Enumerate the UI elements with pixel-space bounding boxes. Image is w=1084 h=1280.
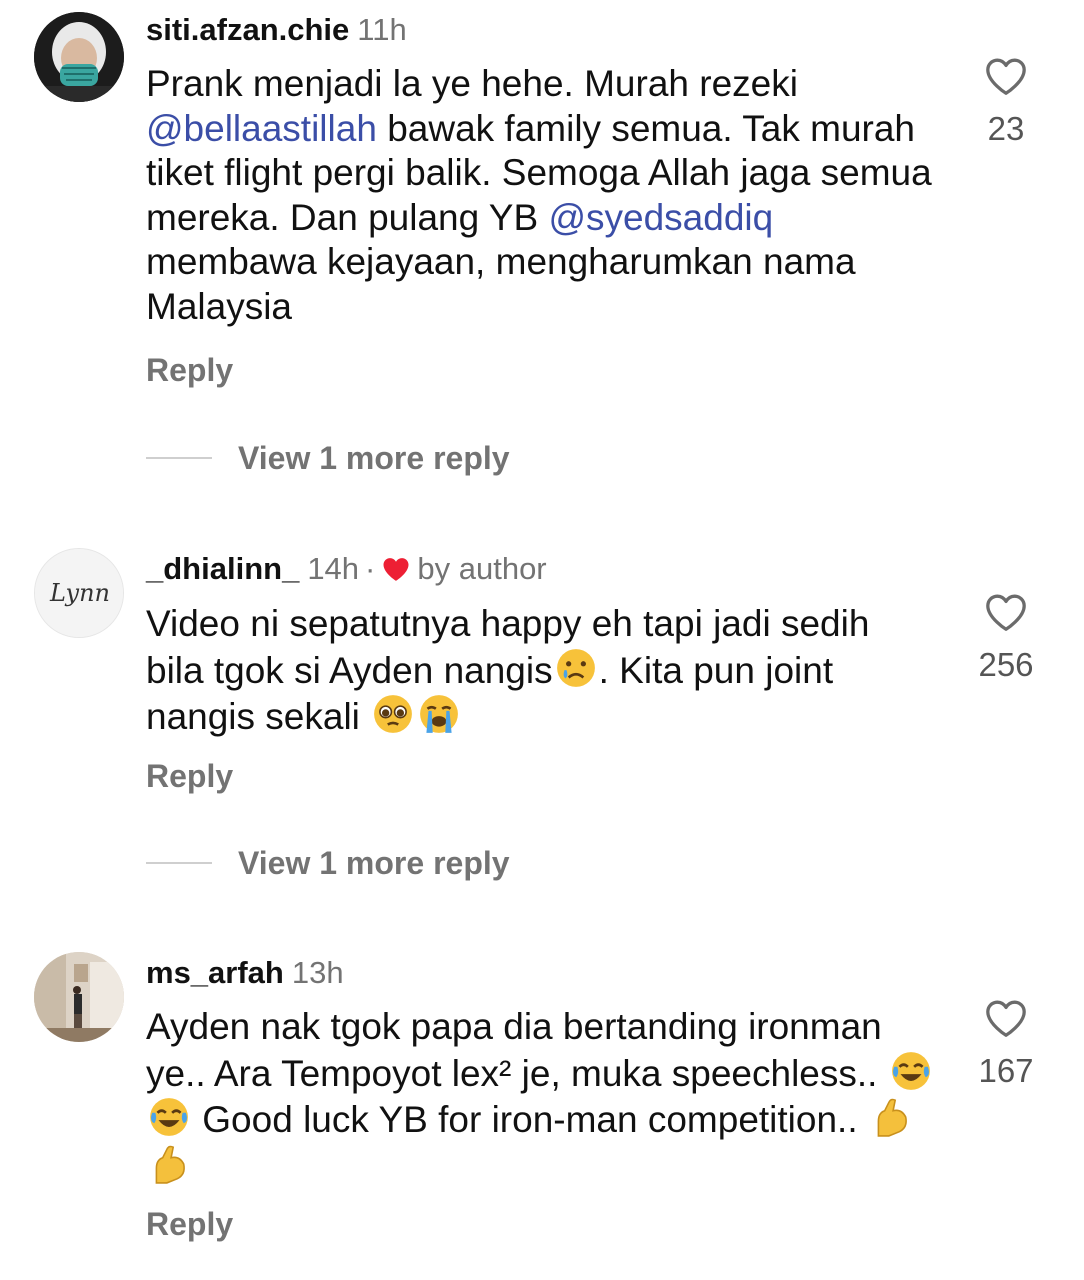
- comment-text: Ayden nak tgok papa dia bertanding ironm…: [146, 1005, 936, 1189]
- view-more-replies[interactable]: View 1 more reply: [146, 438, 510, 478]
- like-column: 256: [966, 592, 1046, 684]
- heart-outline-icon[interactable]: [984, 56, 1028, 96]
- divider-line: [146, 457, 212, 459]
- like-count: 167: [978, 1052, 1034, 1089]
- like-count: 23: [987, 110, 1025, 147]
- avatar[interactable]: Lynn: [34, 548, 124, 638]
- username[interactable]: ms_arfah: [146, 955, 284, 990]
- avatar[interactable]: [34, 952, 124, 1042]
- mention-link[interactable]: @bellaastillah: [146, 108, 377, 149]
- loudly-crying-face-icon: [420, 695, 459, 734]
- comment-header: siti.afzan.chie 11h: [146, 12, 407, 48]
- username[interactable]: siti.afzan.chie: [146, 12, 349, 47]
- timestamp: 11h: [357, 12, 407, 47]
- separator-dot: ·: [365, 551, 376, 586]
- comment-text: Video ni sepatutnya happy eh tapi jadi s…: [146, 602, 936, 740]
- heart-filled-icon: [383, 558, 409, 581]
- like-count: 256: [978, 646, 1034, 683]
- reply-button[interactable]: Reply: [146, 352, 233, 389]
- reply-button[interactable]: Reply: [146, 758, 233, 795]
- text-segment: membawa kejayaan, mengharumkan nama Mala…: [146, 241, 856, 327]
- comment-text: Prank menjadi la ye hehe. Murah rezeki @…: [146, 62, 936, 330]
- avatar[interactable]: [34, 12, 124, 102]
- like-column: 23: [966, 56, 1046, 148]
- flexed-biceps-icon: [877, 1098, 907, 1137]
- view-more-replies[interactable]: View 1 more reply: [146, 843, 510, 883]
- heart-outline-icon[interactable]: [984, 592, 1028, 632]
- reply-button[interactable]: Reply: [146, 1206, 233, 1243]
- avatar-logo-text: Lynn: [49, 579, 110, 607]
- text-segment: Prank menjadi la ye hehe. Murah rezeki: [146, 63, 798, 104]
- mention-link[interactable]: @syedsaddiq: [548, 197, 773, 238]
- comment-header: ms_arfah 13h: [146, 955, 344, 991]
- username[interactable]: _dhialinn_: [146, 551, 299, 586]
- pleading-face-icon: [374, 695, 413, 734]
- like-column: 167: [966, 998, 1046, 1090]
- view-more-label[interactable]: View 1 more reply: [238, 845, 510, 882]
- view-more-label[interactable]: View 1 more reply: [238, 440, 510, 477]
- text-segment: Good luck YB for iron-man competition..: [192, 1099, 868, 1141]
- comment-header: _dhialinn_ 14h · by author: [146, 551, 547, 587]
- timestamp: 14h: [307, 551, 360, 586]
- crying-face-icon: [556, 648, 595, 687]
- liked-by-author-label: by author: [417, 551, 547, 586]
- tears-of-joy-icon: [891, 1051, 930, 1090]
- heart-outline-icon[interactable]: [984, 998, 1028, 1038]
- flexed-biceps-icon: [155, 1145, 185, 1184]
- divider-line: [146, 862, 212, 864]
- text-segment: Ayden nak tgok papa dia bertanding ironm…: [146, 1006, 888, 1094]
- tears-of-joy-icon: [150, 1098, 188, 1137]
- timestamp: 13h: [291, 955, 344, 990]
